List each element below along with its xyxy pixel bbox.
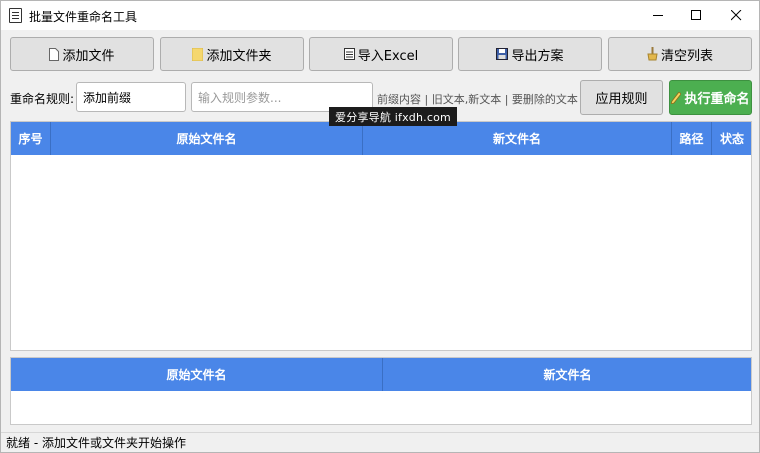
execute-rename-label: 执行重命名 bbox=[684, 92, 750, 107]
document-icon bbox=[343, 48, 355, 60]
add-folder-button[interactable]: 添加文件夹 bbox=[160, 37, 304, 71]
clear-list-button[interactable]: 清空列表 bbox=[608, 37, 752, 71]
file-list-header: 序号 原始文件名 新文件名 路径 状态 bbox=[11, 122, 751, 155]
rename-rule-label: 重命名规则: bbox=[10, 92, 75, 106]
import-excel-label: 导入Excel bbox=[357, 48, 419, 64]
add-folder-label: 添加文件夹 bbox=[206, 48, 272, 64]
execute-rename-button[interactable]: 执行重命名 bbox=[669, 80, 752, 115]
folder-icon bbox=[192, 47, 204, 61]
status-text: 就绪 - 添加文件或文件夹开始操作 bbox=[6, 436, 186, 450]
title-bar: 批量文件重命名工具 bbox=[1, 1, 759, 30]
column-header-original-name[interactable]: 原始文件名 bbox=[51, 122, 363, 155]
column-header-new-name[interactable]: 新文件名 bbox=[363, 122, 672, 155]
pencil-icon bbox=[671, 91, 682, 104]
column-header-index[interactable]: 序号 bbox=[11, 122, 51, 155]
column-header-path[interactable]: 路径 bbox=[672, 122, 712, 155]
export-plan-button[interactable]: 导出方案 bbox=[458, 37, 602, 71]
file-icon bbox=[49, 47, 60, 61]
maximize-button[interactable] bbox=[674, 1, 719, 30]
maximize-icon bbox=[691, 10, 701, 20]
status-bar: 就绪 - 添加文件或文件夹开始操作 bbox=[1, 432, 759, 452]
file-list-table[interactable]: 序号 原始文件名 新文件名 路径 状态 bbox=[10, 121, 752, 351]
import-excel-button[interactable]: 导入Excel bbox=[309, 37, 453, 71]
broom-icon bbox=[647, 47, 658, 61]
watermark: 爱分享导航 ifxdh.com bbox=[329, 107, 457, 126]
preview-header: 原始文件名 新文件名 bbox=[11, 358, 751, 391]
export-plan-label: 导出方案 bbox=[511, 48, 564, 64]
rule-hint: 前缀内容 | 旧文本,新文本 | 要删除的文本 bbox=[377, 93, 578, 106]
column-header-status[interactable]: 状态 bbox=[712, 122, 751, 155]
apply-rule-label: 应用规则 bbox=[595, 92, 648, 107]
save-icon bbox=[496, 48, 509, 60]
app-window: 批量文件重命名工具 添加文件 添加文件夹 导入Excel 导出方案 清空列表 重… bbox=[0, 0, 760, 453]
close-button[interactable] bbox=[714, 1, 759, 30]
close-icon bbox=[731, 10, 742, 21]
add-files-button[interactable]: 添加文件 bbox=[10, 37, 154, 71]
app-icon bbox=[9, 8, 22, 23]
preview-column-new-name[interactable]: 新文件名 bbox=[383, 358, 751, 391]
apply-rule-button[interactable]: 应用规则 bbox=[580, 80, 663, 115]
window-title: 批量文件重命名工具 bbox=[29, 10, 138, 24]
preview-column-original-name[interactable]: 原始文件名 bbox=[11, 358, 383, 391]
add-files-label: 添加文件 bbox=[62, 48, 115, 64]
minimize-icon bbox=[653, 15, 663, 16]
rule-type-select[interactable]: 添加前缀 bbox=[76, 82, 186, 112]
preview-table[interactable]: 原始文件名 新文件名 bbox=[10, 357, 752, 425]
clear-list-label: 清空列表 bbox=[660, 48, 713, 64]
